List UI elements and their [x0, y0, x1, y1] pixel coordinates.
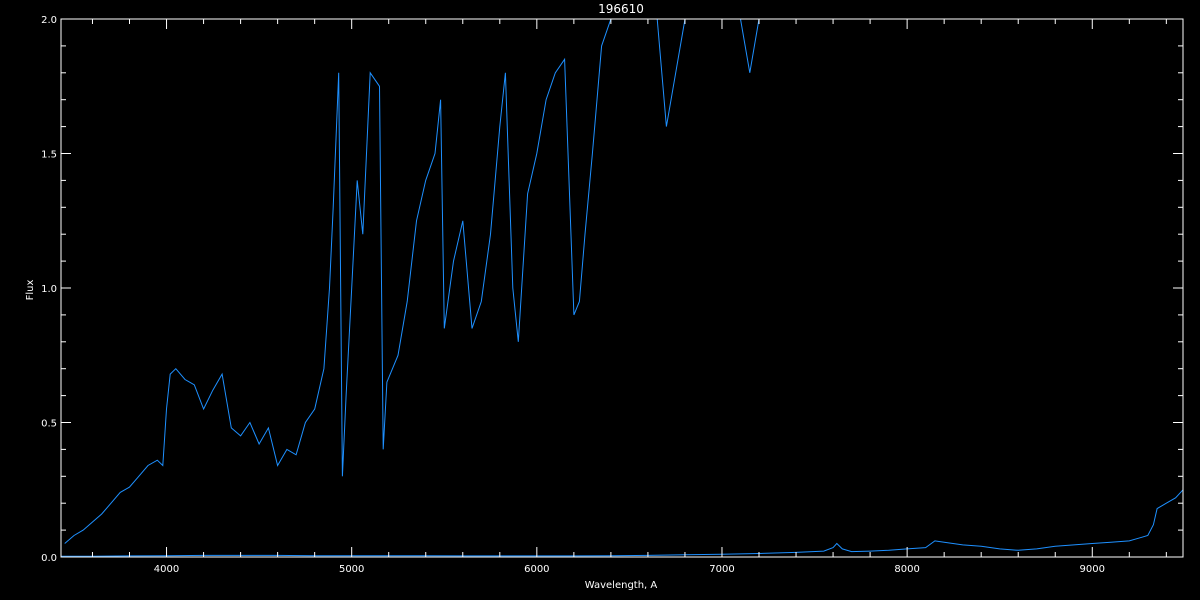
x-tick-label: 4000 [154, 564, 179, 575]
x-tick-label: 7000 [709, 564, 734, 575]
x-tick-label: 8000 [894, 564, 919, 575]
y-axis-label: Flux [25, 280, 36, 301]
y-tick-label: 1.5 [41, 150, 57, 161]
chart-background [0, 0, 1200, 600]
chart-title: 196610 [598, 2, 644, 16]
x-axis-label: Wavelength, A [585, 580, 658, 591]
y-tick-label: 0.5 [41, 419, 57, 430]
spectrum-chart: 196610 4000 5000 6000 7000 8000 9000 0.0 0.5 1.0… [0, 0, 1200, 600]
x-tick-label: 5000 [339, 564, 364, 575]
x-tick-label: 6000 [524, 564, 549, 575]
y-tick-label: 2.0 [41, 15, 57, 26]
y-tick-label: 1.0 [41, 284, 57, 295]
y-tick-label: 0.0 [41, 553, 57, 564]
x-tick-label: 9000 [1080, 564, 1105, 575]
